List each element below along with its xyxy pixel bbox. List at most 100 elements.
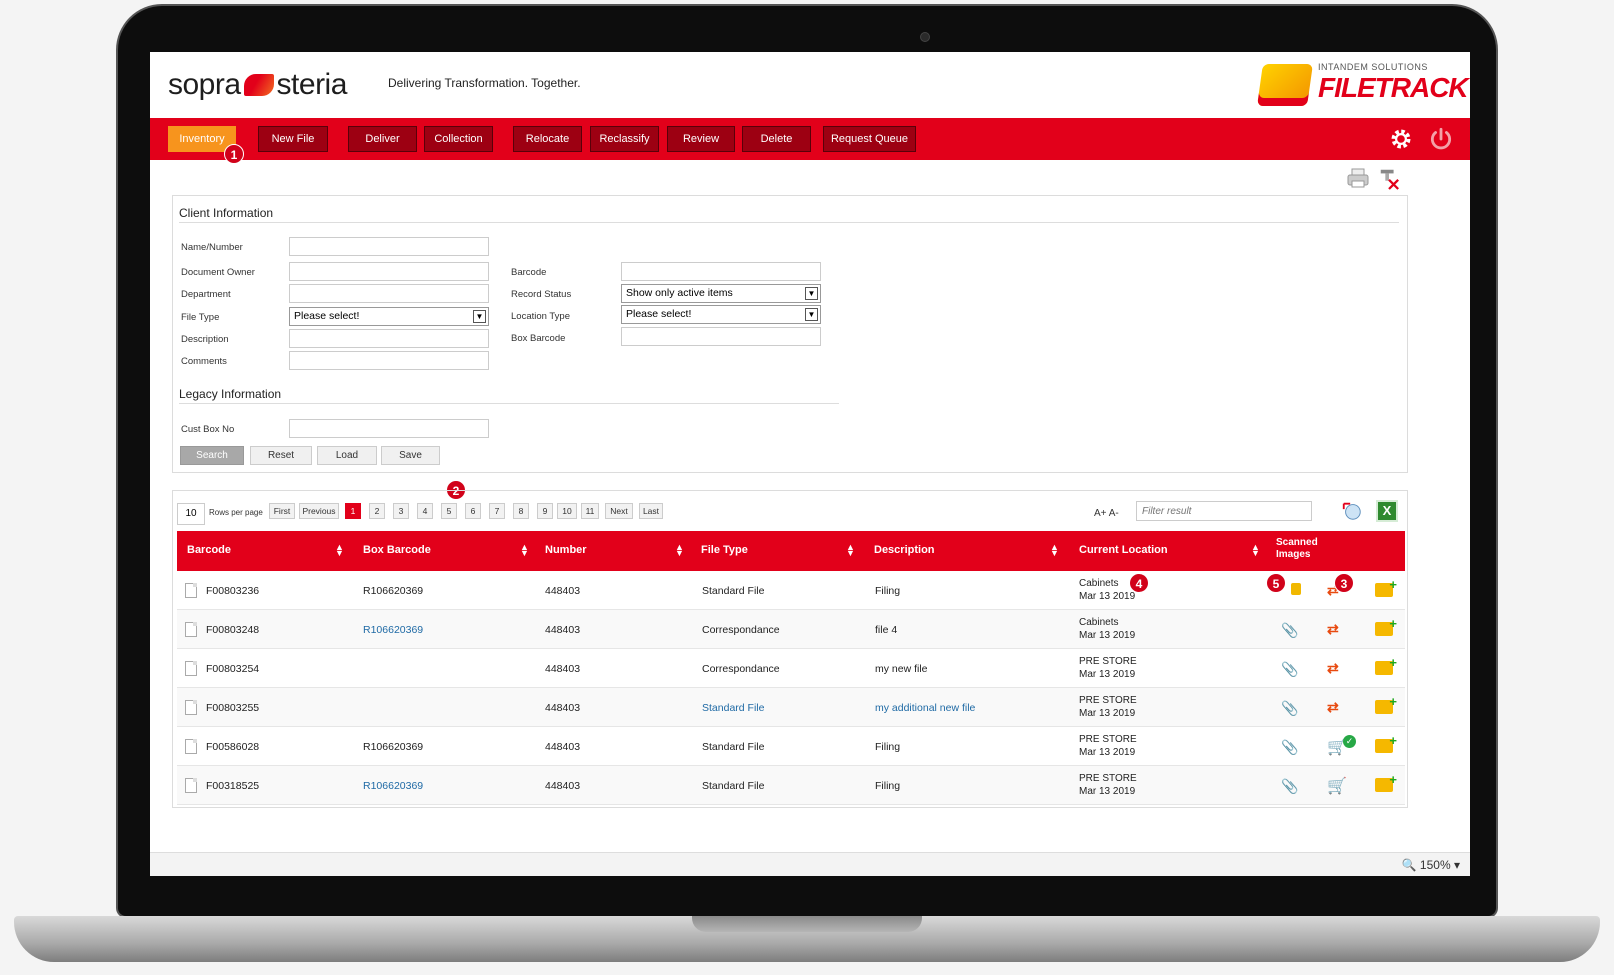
callout-badge-5: 5 bbox=[1266, 573, 1286, 593]
col-description[interactable]: Description bbox=[874, 544, 935, 556]
table-header: Barcode ▲ ▼ Box Barcode ▲ ▼ Number ▲ ▼ File… bbox=[177, 531, 1405, 571]
cell-file-type-link[interactable]: Standard File bbox=[702, 702, 764, 714]
nav-review[interactable]: Review bbox=[667, 126, 735, 152]
page-last[interactable]: Last bbox=[639, 503, 663, 519]
col-barcode[interactable]: Barcode bbox=[187, 544, 231, 556]
paperclip-icon[interactable]: 📎 bbox=[1281, 739, 1298, 756]
page-5[interactable]: 5 bbox=[441, 503, 457, 519]
sort-icon[interactable]: ▲ ▼ bbox=[1050, 543, 1059, 558]
status-bar: 🔍 150% ▾ bbox=[150, 852, 1470, 876]
col-file-type[interactable]: File Type bbox=[701, 544, 748, 556]
location-date: Mar 13 2019 bbox=[1079, 747, 1136, 758]
document-icon bbox=[185, 661, 197, 676]
page-2[interactable]: 2 bbox=[369, 503, 385, 519]
save-button[interactable]: Save bbox=[381, 446, 440, 465]
page-4[interactable]: 4 bbox=[417, 503, 433, 519]
rows-per-page-input[interactable]: 10 bbox=[177, 503, 205, 525]
table-row[interactable]: F00803236 R106620369 448403 Standard Fil… bbox=[177, 571, 1405, 610]
page-11[interactable]: 11 bbox=[581, 503, 599, 519]
col-number[interactable]: Number bbox=[545, 544, 587, 556]
legacy-information-title: Legacy Information bbox=[179, 387, 282, 401]
box-barcode-input[interactable] bbox=[621, 327, 821, 346]
paperclip-icon[interactable]: 📎 bbox=[1281, 700, 1298, 717]
page-1[interactable]: 1 bbox=[345, 503, 361, 519]
load-button[interactable]: Load bbox=[317, 446, 377, 465]
col-current-location[interactable]: Current Location bbox=[1079, 544, 1168, 556]
cell-box-barcode-link[interactable]: R106620369 bbox=[363, 624, 423, 636]
page-7[interactable]: 7 bbox=[489, 503, 505, 519]
sort-icon[interactable]: ▲ ▼ bbox=[335, 543, 344, 558]
nav-reclassify[interactable]: Reclassify bbox=[590, 126, 659, 152]
excel-export-icon[interactable]: X bbox=[1376, 500, 1398, 522]
page-first[interactable]: First bbox=[269, 503, 295, 519]
page-8[interactable]: 8 bbox=[513, 503, 529, 519]
cust-box-no-input[interactable] bbox=[289, 419, 489, 438]
col-scanned-images[interactable]: Scanned Images bbox=[1276, 537, 1318, 561]
cart-icon[interactable]: 🛒 bbox=[1327, 776, 1347, 796]
gear-icon[interactable] bbox=[1388, 126, 1414, 152]
clear-tool-icon[interactable] bbox=[1378, 166, 1400, 190]
table-row[interactable]: F00803254 448403 Correspondance my new f… bbox=[177, 649, 1405, 688]
department-input[interactable] bbox=[289, 284, 489, 303]
location-type-select[interactable]: Please select! ▼ bbox=[621, 305, 821, 324]
record-status-select[interactable]: Show only active items ▼ bbox=[621, 284, 821, 303]
page-previous[interactable]: Previous bbox=[299, 503, 339, 519]
font-size-control[interactable]: A+ A- bbox=[1094, 508, 1119, 519]
filter-result-input[interactable] bbox=[1136, 501, 1312, 521]
nav-delete[interactable]: Delete bbox=[742, 126, 811, 152]
page-9[interactable]: 9 bbox=[537, 503, 553, 519]
nav-request-queue[interactable]: Request Queue bbox=[823, 126, 916, 152]
page-3[interactable]: 3 bbox=[393, 503, 409, 519]
comments-input[interactable] bbox=[289, 351, 489, 370]
col-box-barcode[interactable]: Box Barcode bbox=[363, 544, 431, 556]
table-row[interactable]: F00803255 448403 Standard File my additi… bbox=[177, 688, 1405, 727]
product-vendor: INTANDEM SOLUTIONS bbox=[1318, 62, 1428, 72]
sort-icon[interactable]: ▲ ▼ bbox=[1251, 543, 1260, 558]
paperclip-icon[interactable]: 📎 bbox=[1281, 661, 1298, 678]
nav-relocate[interactable]: Relocate bbox=[513, 126, 582, 152]
printer-icon[interactable] bbox=[1346, 166, 1370, 190]
check-icon: ✓ bbox=[1343, 735, 1356, 748]
add-folder-icon[interactable]: + bbox=[1375, 694, 1397, 714]
description-input[interactable] bbox=[289, 329, 489, 348]
add-folder-icon[interactable]: + bbox=[1375, 616, 1397, 636]
page-next[interactable]: Next bbox=[605, 503, 633, 519]
nav-deliver[interactable]: Deliver bbox=[348, 126, 417, 152]
swap-arrows-icon[interactable]: ⇄ bbox=[1327, 699, 1339, 716]
document-owner-input[interactable] bbox=[289, 262, 489, 281]
add-folder-icon[interactable]: + bbox=[1375, 733, 1397, 753]
sort-icon[interactable]: ▲ ▼ bbox=[675, 543, 684, 558]
add-folder-icon[interactable]: + bbox=[1375, 655, 1397, 675]
page-10[interactable]: 10 bbox=[557, 503, 577, 519]
search-button[interactable]: Search bbox=[180, 446, 244, 465]
sort-icon[interactable]: ▲ ▼ bbox=[846, 543, 855, 558]
table-row[interactable]: F00318525 R106620369 448403 Standard Fil… bbox=[177, 766, 1405, 805]
zoom-level: 150% bbox=[1419, 858, 1451, 872]
power-icon[interactable] bbox=[1428, 126, 1454, 152]
page-6[interactable]: 6 bbox=[465, 503, 481, 519]
cell-file-type: Standard File bbox=[702, 780, 765, 792]
add-folder-icon[interactable]: + bbox=[1375, 772, 1397, 792]
swap-arrows-icon[interactable]: ⇄ bbox=[1327, 660, 1339, 677]
zoom-control[interactable]: 🔍 150% ▾ bbox=[1402, 858, 1460, 872]
cell-description-link[interactable]: my additional new file bbox=[875, 702, 975, 714]
table-row[interactable]: F00586028 R106620369 448403 Standard Fil… bbox=[177, 727, 1405, 766]
add-folder-icon[interactable]: + bbox=[1375, 577, 1397, 597]
cell-barcode: F00586028 bbox=[206, 741, 260, 753]
paperclip-icon[interactable]: 📎 bbox=[1281, 622, 1298, 639]
barcode-input[interactable] bbox=[621, 262, 821, 281]
name-number-input[interactable] bbox=[289, 237, 489, 256]
reset-button[interactable]: Reset bbox=[250, 446, 312, 465]
nav-collection[interactable]: Collection bbox=[424, 126, 493, 152]
product-name: FILETRACK bbox=[1318, 72, 1469, 103]
export-icon[interactable] bbox=[1341, 499, 1363, 523]
swap-arrows-icon[interactable]: ⇄ bbox=[1327, 621, 1339, 638]
sort-icon[interactable]: ▲ ▼ bbox=[520, 543, 529, 558]
table-row[interactable]: F00803248 R106620369 448403 Correspondan… bbox=[177, 610, 1405, 649]
file-type-select[interactable]: Please select! ▼ bbox=[289, 307, 489, 326]
cell-description: Filing bbox=[875, 585, 901, 597]
paperclip-icon[interactable]: 📎 bbox=[1281, 778, 1298, 795]
cell-box-barcode-link[interactable]: R106620369 bbox=[363, 780, 423, 792]
nav-new-file[interactable]: New File bbox=[258, 126, 328, 152]
lock-icon[interactable] bbox=[1291, 583, 1301, 595]
